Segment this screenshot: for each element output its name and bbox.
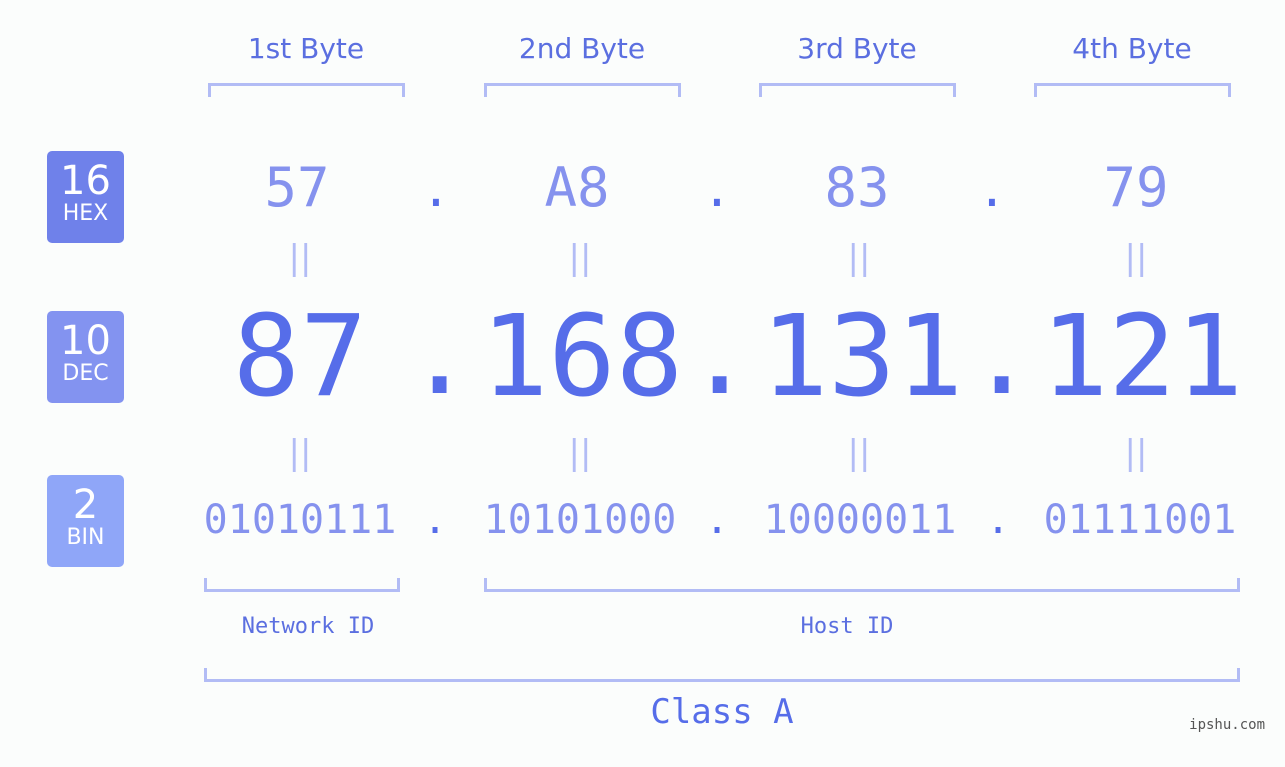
equals-icon: ||	[1124, 433, 1148, 473]
host-id-label: Host ID	[800, 614, 894, 639]
byte-bracket-3	[759, 83, 956, 97]
byte-header-4: 4th Byte	[1072, 32, 1192, 65]
dec-badge: 10 DEC	[47, 311, 124, 403]
bin-badge: 2 BIN	[47, 475, 124, 567]
byte-bracket-4	[1034, 83, 1231, 97]
equals-icon: ||	[568, 433, 592, 473]
dec-base-number: 10	[60, 318, 111, 364]
hex-dot-1: .	[421, 162, 451, 218]
dec-byte-4: 121	[1040, 292, 1244, 422]
equals-icon: ||	[568, 238, 592, 278]
byte-header-1: 1st Byte	[247, 32, 365, 65]
hex-byte-2: A8	[544, 156, 610, 219]
dec-dot-2: .	[686, 290, 754, 420]
dec-dot-1: .	[406, 290, 474, 420]
hex-byte-3: 83	[824, 156, 890, 219]
bin-byte-1: 01010111	[203, 497, 397, 543]
equals-icon: ||	[1124, 238, 1148, 278]
byte-bracket-1	[208, 83, 405, 97]
bin-dot-1: .	[422, 497, 448, 543]
hex-badge: 16 HEX	[47, 151, 124, 243]
equals-icon: ||	[288, 238, 312, 278]
hex-byte-1: 57	[264, 156, 330, 219]
hex-base-number: 16	[60, 158, 111, 204]
watermark: ipshu.com	[1189, 717, 1265, 733]
bin-byte-3: 10000011	[763, 497, 957, 543]
dec-byte-2: 168	[480, 292, 684, 422]
byte-bracket-2	[484, 83, 681, 97]
bin-base-number: 2	[72, 482, 99, 528]
hex-dot-2: .	[702, 162, 732, 218]
hex-base-label: HEX	[62, 201, 109, 226]
bin-dot-3: .	[985, 497, 1011, 543]
hex-dot-3: .	[977, 162, 1007, 218]
bin-dot-2: .	[704, 497, 730, 543]
hex-byte-4: 79	[1103, 156, 1169, 219]
bin-byte-4: 01111001	[1043, 497, 1237, 543]
byte-header-2: 2nd Byte	[518, 32, 646, 65]
bin-byte-2: 10101000	[483, 497, 677, 543]
network-id-label: Network ID	[241, 614, 375, 639]
dec-byte-3: 131	[760, 292, 964, 422]
host-id-bracket	[484, 578, 1240, 592]
dec-dot-3: .	[968, 290, 1036, 420]
network-id-bracket	[204, 578, 400, 592]
dec-base-label: DEC	[62, 361, 109, 386]
class-label: Class A	[650, 692, 794, 732]
equals-icon: ||	[288, 433, 312, 473]
dec-byte-1: 87	[232, 292, 368, 422]
byte-header-3: 3rd Byte	[797, 32, 917, 65]
equals-icon: ||	[847, 433, 871, 473]
class-bracket	[204, 668, 1240, 682]
equals-icon: ||	[847, 238, 871, 278]
bin-base-label: BIN	[66, 525, 105, 550]
